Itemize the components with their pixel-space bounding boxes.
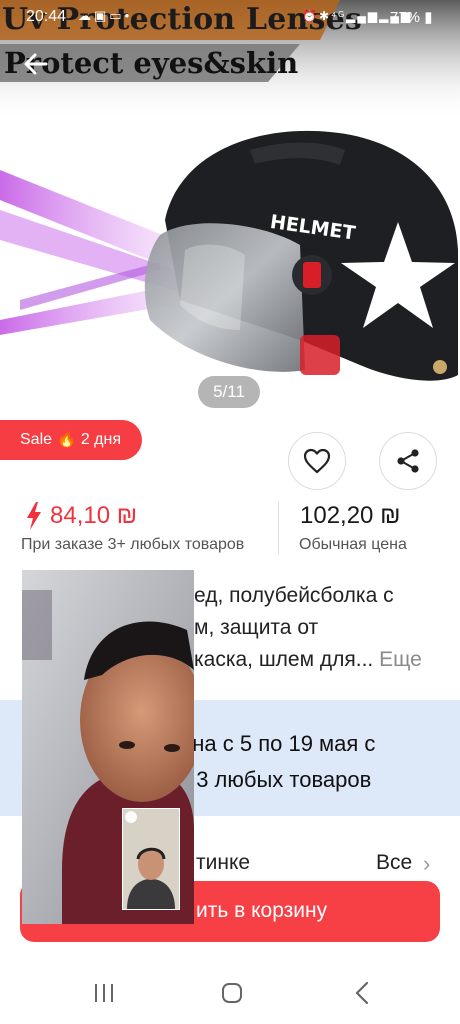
cast-icon: ▭ [109,8,125,23]
sale-price-caption: При заказе 3+ любых товаров [21,536,245,553]
see-all-link[interactable]: Все [376,851,412,875]
lightning-icon [27,502,41,530]
wishlist-button[interactable] [288,432,346,490]
4g-icon: ⁴ᴳ [331,9,347,23]
product-title-line-2: м, защита от [194,616,319,639]
sale-badge: Sale 🔥 2 дня [0,420,142,460]
recent-apps-button[interactable] [84,978,124,1008]
add-to-cart-label: ить в корзину [196,899,328,922]
regular-price: 102,20 ₪ [300,502,401,529]
back-button[interactable] [20,48,52,80]
price-divider [278,502,279,554]
image-icon: ▣ [94,8,110,23]
heart-icon [303,448,331,474]
notification-icons: ☁▣▭• [78,8,132,24]
status-time: 20:44 [26,8,67,25]
battery-icon: ▮ [424,9,433,26]
back-nav-button[interactable] [342,978,382,1008]
arrow-left-icon [24,53,48,75]
cloud-icon: ☁ [78,8,94,23]
chevron-left-icon [355,981,369,1005]
dot-icon: • [124,8,133,23]
regular-price-caption: Обычная цена [299,536,407,553]
recent-apps-icon [95,984,113,1002]
home-button[interactable] [212,978,252,1008]
product-title-line-1: ед, полубейсболка с [194,584,394,607]
read-more-link[interactable]: Еще [379,648,422,671]
product-title-line-3: каска, шлем для... Еще [194,648,422,672]
home-icon [222,983,242,1003]
sale-price: 84,10 ₪ [26,502,137,530]
share-icon [397,449,419,473]
section-title: тинке [196,851,251,874]
sale-price-value: 84,10 ₪ [50,502,138,529]
local-video-feed [123,809,179,909]
product-image-gallery[interactable]: HELMET Uv Protection Lenses Protect eyes… [0,0,460,460]
alarm-icon: ⏰ [302,9,319,23]
status-bar: 20:44 ☁▣▭• ⏰✱⁴ᴳ▂▄▆▂▄▆ 77% ▮ [0,0,460,34]
bluetooth-icon: ✱ [318,9,332,23]
system-navigation-bar [0,960,460,1024]
battery-level: 77% ▮ [390,9,433,26]
signal-icon: ▂▄▆ [346,9,380,23]
promo-line-2: т 3 любых товаров [180,767,372,792]
self-video-preview[interactable] [122,808,180,910]
chevron-right-icon[interactable]: › [423,851,430,877]
product-title-text: каска, шлем для... [194,648,374,671]
promo-line-1: ена с 5 по 19 мая с [180,731,376,756]
share-button[interactable] [379,432,437,490]
image-counter: 5/11 [198,376,260,408]
